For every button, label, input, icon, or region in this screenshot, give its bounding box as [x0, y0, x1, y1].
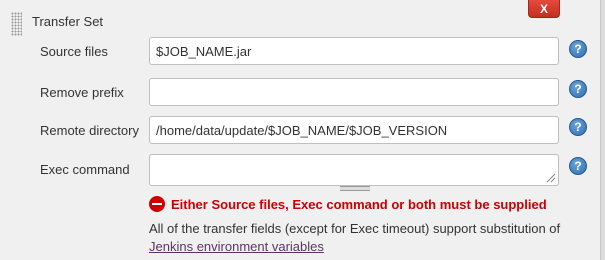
transfer-set-title: Transfer Set — [32, 14, 104, 29]
drag-handle-icon[interactable] — [11, 12, 22, 36]
exec-command-help-icon[interactable]: ? — [569, 157, 587, 175]
transfer-set-panel: Transfer Set X Source files ? Remove pre… — [0, 0, 605, 260]
source-files-label: Source files — [40, 44, 108, 59]
error-message: Either Source files, Exec command or bot… — [171, 196, 547, 212]
remove-prefix-label: Remove prefix — [40, 85, 124, 100]
source-files-input[interactable] — [149, 37, 559, 65]
remove-prefix-help-icon[interactable]: ? — [569, 80, 587, 98]
substitution-info: All of the transfer fields (except for E… — [149, 220, 589, 256]
exec-command-textarea[interactable] — [149, 154, 559, 186]
source-files-help-icon[interactable]: ? — [569, 40, 587, 58]
error-icon — [149, 196, 165, 212]
exec-command-label: Exec command — [40, 162, 130, 177]
validation-error: Either Source files, Exec command or bot… — [149, 196, 547, 212]
delete-transfer-set-button[interactable]: X — [528, 0, 560, 18]
remote-directory-help-icon[interactable]: ? — [569, 118, 587, 136]
substitution-info-text: All of the transfer fields (except for E… — [149, 221, 561, 236]
jenkins-env-vars-link[interactable]: Jenkins environment variables — [149, 239, 324, 254]
textarea-resize-icon[interactable] — [545, 172, 556, 183]
remove-prefix-input[interactable] — [149, 78, 559, 106]
panel-right-border — [600, 0, 605, 260]
remote-directory-input[interactable] — [149, 116, 559, 144]
textarea-expand-handle[interactable] — [340, 186, 370, 191]
remote-directory-label: Remote directory — [40, 123, 139, 138]
